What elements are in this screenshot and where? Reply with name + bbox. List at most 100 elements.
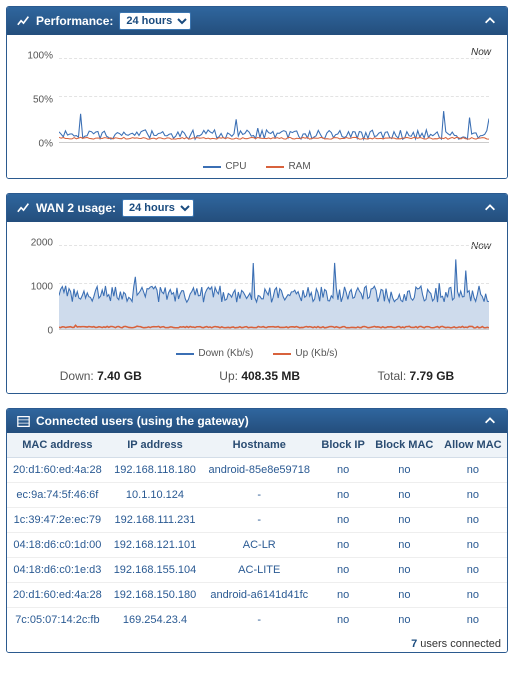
- wan-body: 2000 1000 0 Now Down (Kb/s) Up (Kb/s) Do…: [7, 222, 507, 393]
- col-mac[interactable]: MAC address: [7, 433, 108, 458]
- performance-panel: Performance: 24 hours 100% 50% 0% Now C: [6, 6, 508, 179]
- cell-host: android-a6141d41fc: [202, 583, 316, 608]
- cell-allow-mac[interactable]: no: [439, 608, 507, 633]
- cell-mac[interactable]: 04:18:d6:c0:1d:00: [7, 533, 108, 558]
- cell-host: -: [202, 483, 316, 508]
- cell-allow-mac[interactable]: no: [439, 583, 507, 608]
- cell-host: AC-LR: [202, 533, 316, 558]
- col-allow-mac[interactable]: Allow MAC: [439, 433, 507, 458]
- chart-icon: [17, 15, 30, 28]
- cell-block-mac[interactable]: no: [370, 483, 439, 508]
- wan-sparkline: [59, 236, 489, 329]
- ytick: 1000: [21, 281, 53, 292]
- ytick: 0%: [21, 138, 53, 149]
- cell-mac[interactable]: 20:d1:60:ed:4a:28: [7, 458, 108, 483]
- wan-panel: WAN 2 usage: 24 hours 2000 1000 0 Now: [6, 193, 508, 394]
- down-value: 7.40 GB: [97, 369, 142, 383]
- cell-block-mac[interactable]: no: [370, 583, 439, 608]
- cell-mac[interactable]: ec:9a:74:5f:46:6f: [7, 483, 108, 508]
- users-body: MAC address IP address Hostname Block IP…: [7, 433, 507, 652]
- col-host[interactable]: Hostname: [202, 433, 316, 458]
- performance-legend: CPU RAM: [21, 161, 493, 172]
- performance-plot: [59, 49, 489, 143]
- performance-header: Performance: 24 hours: [7, 7, 507, 35]
- users-panel: Connected users (using the gateway) MAC …: [6, 408, 508, 653]
- users-header: Connected users (using the gateway): [7, 409, 507, 433]
- legend-ram: RAM: [288, 161, 310, 172]
- legend-cpu: CPU: [225, 161, 246, 172]
- cell-ip[interactable]: 192.168.150.180: [108, 583, 202, 608]
- wan-chart: 2000 1000 0 Now: [21, 234, 493, 344]
- cell-block-mac[interactable]: no: [370, 508, 439, 533]
- cell-block-mac[interactable]: no: [370, 558, 439, 583]
- table-row: 04:18:d6:c0:1e:d3192.168.155.104AC-LITEn…: [7, 558, 507, 583]
- col-ip[interactable]: IP address: [108, 433, 202, 458]
- col-block-mac[interactable]: Block MAC: [370, 433, 439, 458]
- down-label: Down:: [60, 369, 94, 383]
- cell-block-mac[interactable]: no: [370, 458, 439, 483]
- col-block-ip[interactable]: Block IP: [316, 433, 370, 458]
- chart-icon: [17, 202, 30, 215]
- cell-allow-mac[interactable]: no: [439, 558, 507, 583]
- up-label: Up:: [219, 369, 238, 383]
- collapse-icon[interactable]: [483, 201, 497, 215]
- cell-allow-mac[interactable]: no: [439, 533, 507, 558]
- table-row: 20:d1:60:ed:4a:28192.168.150.180android-…: [7, 583, 507, 608]
- ytick: 0: [21, 325, 53, 336]
- cell-block-ip[interactable]: no: [316, 458, 370, 483]
- performance-title: Performance:: [36, 14, 113, 28]
- total-value: 7.79 GB: [410, 369, 455, 383]
- cell-mac[interactable]: 1c:39:47:2e:ec:79: [7, 508, 108, 533]
- table-row: 1c:39:47:2e:ec:79192.168.111.231-nonono: [7, 508, 507, 533]
- cell-mac[interactable]: 04:18:d6:c0:1e:d3: [7, 558, 108, 583]
- cell-host: AC-LITE: [202, 558, 316, 583]
- cell-ip[interactable]: 192.168.155.104: [108, 558, 202, 583]
- table-row: 7c:05:07:14:2c:fb169.254.23.4-nonono: [7, 608, 507, 633]
- cell-ip[interactable]: 192.168.118.180: [108, 458, 202, 483]
- cell-ip[interactable]: 192.168.111.231: [108, 508, 202, 533]
- users-title: Connected users (using the gateway): [36, 414, 249, 428]
- users-table: MAC address IP address Hostname Block IP…: [7, 433, 507, 632]
- legend-up: Up (Kb/s): [295, 348, 337, 359]
- cell-block-mac[interactable]: no: [370, 533, 439, 558]
- cell-allow-mac[interactable]: no: [439, 458, 507, 483]
- cell-allow-mac[interactable]: no: [439, 483, 507, 508]
- cell-block-ip[interactable]: no: [316, 483, 370, 508]
- table-row: 20:d1:60:ed:4a:28192.168.118.180android-…: [7, 458, 507, 483]
- ytick: 2000: [21, 237, 53, 248]
- ytick: 100%: [21, 50, 53, 61]
- cell-host: -: [202, 508, 316, 533]
- cell-mac[interactable]: 20:d1:60:ed:4a:28: [7, 583, 108, 608]
- table-icon: [17, 415, 30, 428]
- performance-sparkline: [59, 49, 489, 142]
- ytick: 50%: [21, 94, 53, 105]
- cell-block-ip[interactable]: no: [316, 608, 370, 633]
- cell-block-mac[interactable]: no: [370, 608, 439, 633]
- cell-ip[interactable]: 169.254.23.4: [108, 608, 202, 633]
- cell-ip[interactable]: 192.168.121.101: [108, 533, 202, 558]
- wan-title: WAN 2 usage:: [36, 201, 116, 215]
- performance-range-select[interactable]: 24 hours: [119, 12, 191, 30]
- wan-header: WAN 2 usage: 24 hours: [7, 194, 507, 222]
- cell-mac[interactable]: 7c:05:07:14:2c:fb: [7, 608, 108, 633]
- performance-chart: 100% 50% 0% Now: [21, 47, 493, 157]
- cell-block-ip[interactable]: no: [316, 533, 370, 558]
- cell-block-ip[interactable]: no: [316, 508, 370, 533]
- up-value: 408.35 MB: [241, 369, 300, 383]
- table-row: ec:9a:74:5f:46:6f10.1.10.124-nonono: [7, 483, 507, 508]
- users-footer-suffix: users connected: [417, 638, 501, 650]
- legend-down: Down (Kb/s): [198, 348, 253, 359]
- wan-range-select[interactable]: 24 hours: [122, 199, 194, 217]
- users-header-row: MAC address IP address Hostname Block IP…: [7, 433, 507, 458]
- cell-ip[interactable]: 10.1.10.124: [108, 483, 202, 508]
- performance-body: 100% 50% 0% Now CPU RAM: [7, 35, 507, 178]
- wan-plot: [59, 236, 489, 330]
- cell-allow-mac[interactable]: no: [439, 508, 507, 533]
- wan-legend: Down (Kb/s) Up (Kb/s): [21, 348, 493, 359]
- collapse-icon[interactable]: [483, 14, 497, 28]
- table-row: 04:18:d6:c0:1d:00192.168.121.101AC-LRnon…: [7, 533, 507, 558]
- total-label: Total:: [378, 369, 407, 383]
- collapse-icon[interactable]: [483, 414, 497, 428]
- cell-block-ip[interactable]: no: [316, 558, 370, 583]
- cell-block-ip[interactable]: no: [316, 583, 370, 608]
